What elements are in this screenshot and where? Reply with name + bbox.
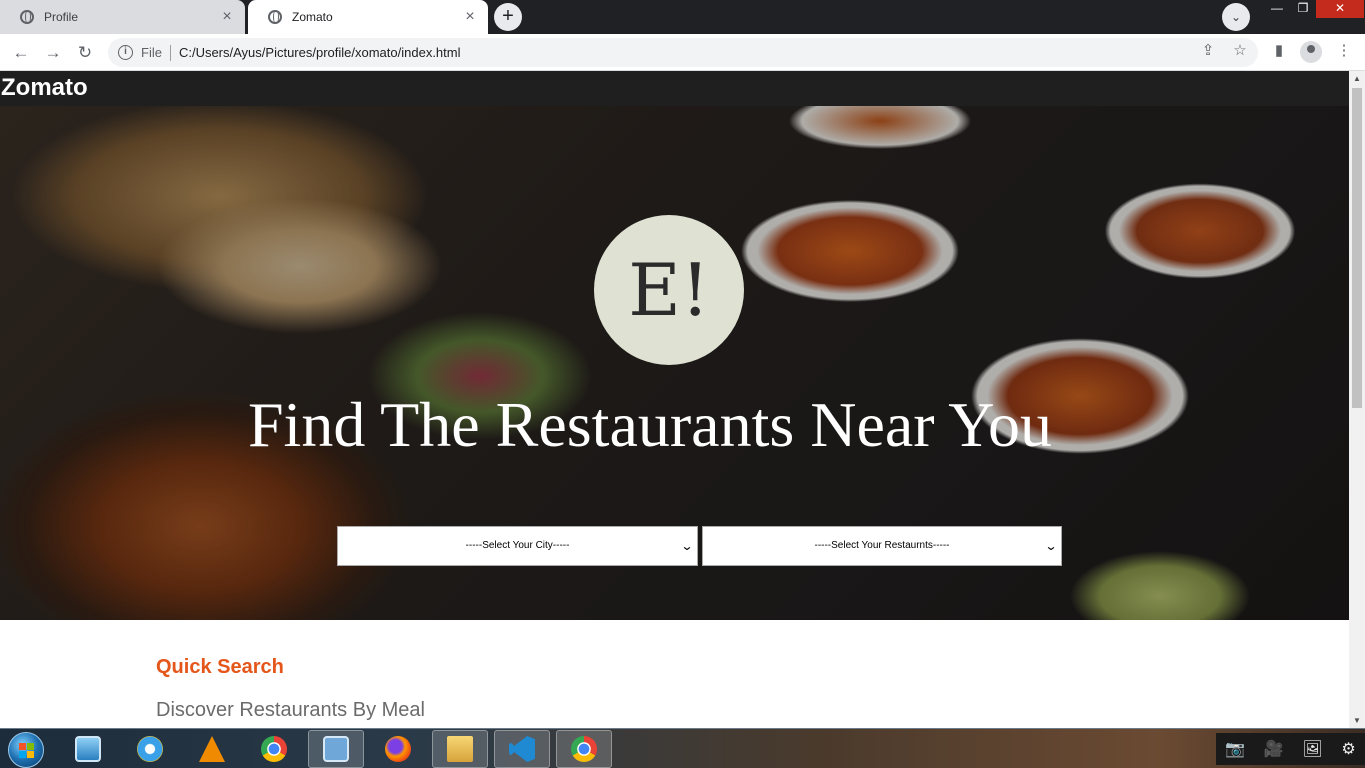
vscode-icon[interactable] xyxy=(494,730,550,768)
site-header: Zomato xyxy=(0,71,1349,106)
forward-button[interactable]: → xyxy=(40,40,66,66)
restaurant-select-value: -----Select Your Restaurnts----- xyxy=(814,540,950,551)
back-button[interactable]: ← xyxy=(8,40,34,66)
camera-icon[interactable]: 📷 xyxy=(1225,739,1245,759)
restore-window-button[interactable]: ❐ xyxy=(1288,0,1318,18)
video-icon[interactable]: 🎥 xyxy=(1264,739,1284,759)
control-panel-icon[interactable] xyxy=(308,730,364,768)
reload-button[interactable]: ↻ xyxy=(72,40,98,66)
tab-title: Profile xyxy=(44,10,79,24)
hero-banner: E! Find The Restaurants Near You -----Se… xyxy=(0,106,1349,620)
internet-explorer-icon[interactable] xyxy=(122,730,178,768)
tab-zomato[interactable]: Zomato × xyxy=(248,0,488,34)
url-scheme-label: File xyxy=(141,45,162,60)
address-bar[interactable]: i File C:/Users/Ayus/Pictures/profile/xo… xyxy=(108,38,1258,67)
chevron-down-icon: ⌄ xyxy=(680,539,694,553)
scroll-down-arrow-icon[interactable]: ▼ xyxy=(1353,716,1361,725)
start-button[interactable] xyxy=(8,732,44,768)
browser-toolbar: ← → ↻ i File C:/Users/Ayus/Pictures/prof… xyxy=(0,34,1365,71)
hero-title: Find The Restaurants Near You xyxy=(247,389,1053,460)
close-window-button[interactable]: ✕ xyxy=(1316,0,1364,18)
city-select-value: -----Select Your City----- xyxy=(465,540,570,551)
bookmark-star-icon[interactable]: ☆ xyxy=(1229,41,1251,59)
globe-icon xyxy=(268,10,282,24)
menu-kebab-icon[interactable]: ⋮ xyxy=(1333,41,1355,59)
vscode-glyph xyxy=(509,736,535,762)
close-tab-icon[interactable]: × xyxy=(462,8,478,26)
settings-gear-icon[interactable]: ⚙ xyxy=(1341,739,1355,759)
info-icon[interactable]: i xyxy=(118,45,133,60)
system-tray: 📷 🎥 🖼 ⚙ xyxy=(1216,733,1365,765)
windows-taskbar: 📷 🎥 🖼 ⚙ xyxy=(0,728,1365,768)
restaurant-select[interactable]: -----Select Your Restaurnts----- ⌄ xyxy=(702,526,1062,566)
chevron-down-icon: ⌄ xyxy=(1044,539,1058,553)
vlc-glyph xyxy=(199,736,225,762)
ie-glyph xyxy=(137,736,163,762)
share-icon[interactable]: ⇪ xyxy=(1197,41,1219,59)
firefox-icon[interactable] xyxy=(370,730,426,768)
tab-search-button[interactable]: ⌄ xyxy=(1222,3,1250,31)
web-page: Zomato E! Find The Restaurants Near You … xyxy=(0,71,1349,728)
media-player-glyph xyxy=(75,736,101,762)
page-scrollbar[interactable]: ▲ ▼ xyxy=(1349,71,1365,728)
globe-icon xyxy=(20,10,34,24)
folder-glyph xyxy=(447,736,473,762)
chrome-profile-icon[interactable] xyxy=(556,730,612,768)
city-select[interactable]: -----Select Your City----- ⌄ xyxy=(337,526,698,566)
quick-search-heading: Quick Search xyxy=(156,656,284,678)
url-text[interactable]: C:/Users/Ayus/Pictures/profile/xomato/in… xyxy=(179,45,461,60)
chrome-icon[interactable] xyxy=(246,730,302,768)
vlc-icon[interactable] xyxy=(184,730,240,768)
divider xyxy=(169,44,171,61)
side-panel-icon[interactable]: ▮ xyxy=(1268,41,1290,59)
tab-title: Zomato xyxy=(292,10,333,24)
profile-avatar[interactable] xyxy=(1300,41,1322,63)
new-tab-button[interactable]: + xyxy=(494,3,522,31)
file-explorer-icon[interactable] xyxy=(432,730,488,768)
gallery-icon[interactable]: 🖼 xyxy=(1302,739,1322,759)
logo: E! xyxy=(594,215,744,365)
close-tab-icon[interactable]: × xyxy=(219,8,235,26)
scrollbar-thumb[interactable] xyxy=(1352,88,1362,408)
control-panel-glyph xyxy=(323,736,349,762)
browser-tab-strip: Profile × Zomato × + ⌄ — ❐ ✕ xyxy=(0,0,1365,34)
media-player-icon[interactable] xyxy=(60,730,116,768)
chrome-glyph xyxy=(261,736,287,762)
tab-profile[interactable]: Profile × xyxy=(0,0,245,34)
chrome-glyph xyxy=(571,736,597,762)
firefox-glyph xyxy=(385,736,411,762)
discover-subheading: Discover Restaurants By Meal xyxy=(156,699,425,721)
scroll-up-arrow-icon[interactable]: ▲ xyxy=(1353,74,1361,83)
brand-name[interactable]: Zomato xyxy=(1,74,88,101)
